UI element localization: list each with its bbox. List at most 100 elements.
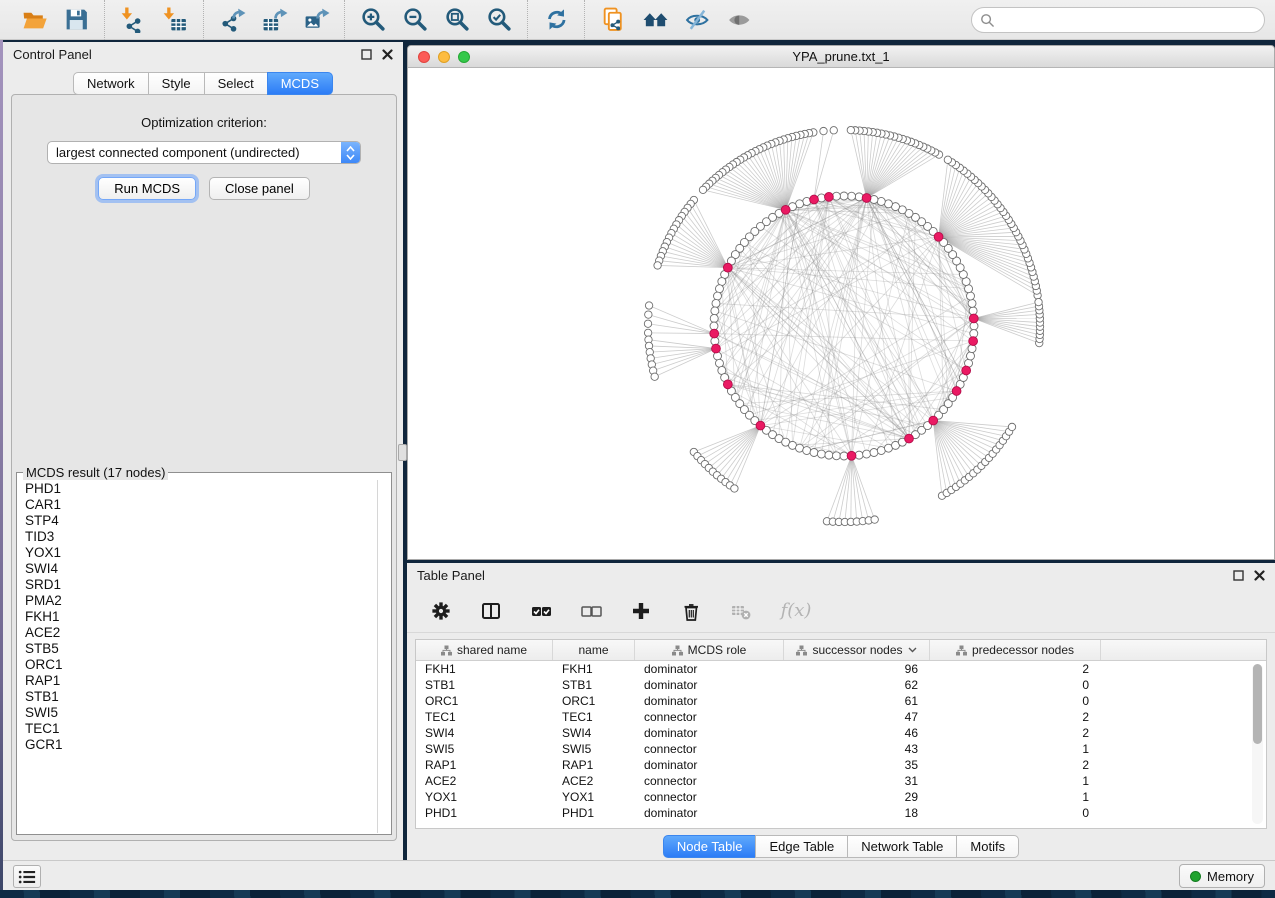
table-row[interactable]: PHD1PHD1dominator180 <box>416 805 1266 821</box>
graph-hub-node[interactable] <box>756 421 765 430</box>
graph-node[interactable] <box>712 299 720 307</box>
graph-node[interactable] <box>810 448 818 456</box>
graph-leaf-node[interactable] <box>847 126 854 133</box>
column-header-successor-nodes[interactable]: successor nodes <box>784 640 930 660</box>
graph-hub-node[interactable] <box>825 192 834 201</box>
graph-leaf-node[interactable] <box>820 127 827 134</box>
import-table-from-file-button[interactable] <box>154 4 196 36</box>
graph-hub-node[interactable] <box>723 380 732 389</box>
zoom-selected-button[interactable] <box>478 4 520 36</box>
window-minimize-button[interactable] <box>438 51 450 63</box>
zoom-out-button[interactable] <box>394 4 436 36</box>
graph-leaf-node[interactable] <box>731 485 738 492</box>
graph-hub-node[interactable] <box>810 195 819 204</box>
select-all-checkboxes-button[interactable] <box>529 599 553 623</box>
show-column-panel-button[interactable] <box>479 599 503 623</box>
graph-hub-node[interactable] <box>969 337 978 346</box>
mcds-result-item[interactable]: SWI4 <box>25 561 391 577</box>
deselect-all-checkboxes-button[interactable] <box>579 599 603 623</box>
export-image-button[interactable] <box>295 4 337 36</box>
table-row[interactable]: ACE2ACE2connector311 <box>416 773 1266 789</box>
search-box[interactable] <box>971 7 1265 33</box>
graph-node[interactable] <box>825 451 833 459</box>
tab-network[interactable]: Network <box>73 72 149 95</box>
mcds-result-item[interactable]: PMA2 <box>25 593 391 609</box>
table-row[interactable]: ORC1ORC1dominator610 <box>416 693 1266 709</box>
table-row[interactable]: FKH1FKH1dominator962 <box>416 661 1266 677</box>
hide-selected-button[interactable] <box>676 4 718 36</box>
mcds-result-item[interactable]: YOX1 <box>25 545 391 561</box>
save-session-button[interactable] <box>55 4 97 36</box>
close-panel-button[interactable]: Close panel <box>209 177 310 200</box>
graph-leaf-node[interactable] <box>645 302 652 309</box>
graph-node[interactable] <box>832 452 840 460</box>
column-header-name[interactable]: name <box>553 640 635 660</box>
search-input[interactable] <box>1000 10 1264 30</box>
graph-hub-node[interactable] <box>781 205 790 214</box>
graph-hub-node[interactable] <box>905 434 914 443</box>
graph-node[interactable] <box>715 285 723 293</box>
graph-leaf-node[interactable] <box>644 320 651 327</box>
graph-node[interactable] <box>877 197 885 205</box>
float-panel-icon[interactable] <box>1233 570 1244 581</box>
float-panel-icon[interactable] <box>361 49 372 60</box>
graph-leaf-node[interactable] <box>1008 423 1015 430</box>
graph-hub-node[interactable] <box>862 194 871 203</box>
tab-style[interactable]: Style <box>148 72 205 95</box>
network-graph[interactable] <box>408 68 1274 559</box>
graph-hub-node[interactable] <box>962 366 971 375</box>
close-panel-icon[interactable] <box>382 49 393 60</box>
graph-node[interactable] <box>966 352 974 360</box>
graph-node[interactable] <box>711 307 719 315</box>
graph-leaf-node[interactable] <box>871 516 878 523</box>
network-window-titlebar[interactable]: YPA_prune.txt_1 <box>408 46 1274 68</box>
graph-node[interactable] <box>714 292 722 300</box>
graph-node[interactable] <box>710 314 718 322</box>
graph-hub-node[interactable] <box>952 387 961 396</box>
mcds-result-item[interactable]: ACE2 <box>25 625 391 641</box>
mcds-result-item[interactable]: STP4 <box>25 513 391 529</box>
mcds-result-item[interactable]: FKH1 <box>25 609 391 625</box>
panel-splitter-handle[interactable] <box>398 444 407 461</box>
tab-node-table[interactable]: Node Table <box>663 835 757 858</box>
graph-hub-node[interactable] <box>847 451 856 460</box>
mcds-result-item[interactable]: ORC1 <box>25 657 391 673</box>
mcds-result-item[interactable]: TID3 <box>25 529 391 545</box>
table-row[interactable]: RAP1RAP1dominator352 <box>416 757 1266 773</box>
graph-hub-node[interactable] <box>934 232 943 241</box>
graph-node[interactable] <box>870 448 878 456</box>
column-header-predecessor-nodes[interactable]: predecessor nodes <box>930 640 1101 660</box>
task-history-button[interactable] <box>13 865 41 888</box>
settings-gear-button[interactable] <box>429 599 453 623</box>
window-maximize-button[interactable] <box>458 51 470 63</box>
graph-leaf-node[interactable] <box>944 156 951 163</box>
mcds-result-item[interactable]: SRD1 <box>25 577 391 593</box>
open-file-button[interactable] <box>13 4 55 36</box>
add-column-button[interactable] <box>629 599 653 623</box>
window-close-button[interactable] <box>418 51 430 63</box>
graph-hub-node[interactable] <box>712 344 721 353</box>
delete-column-button[interactable] <box>679 599 703 623</box>
table-row[interactable]: TEC1TEC1connector472 <box>416 709 1266 725</box>
zoom-fit-button[interactable] <box>436 4 478 36</box>
close-panel-icon[interactable] <box>1254 570 1265 581</box>
graph-node[interactable] <box>863 450 871 458</box>
run-mcds-button[interactable]: Run MCDS <box>98 177 196 200</box>
mcds-result-item[interactable]: CAR1 <box>25 497 391 513</box>
mcds-result-item[interactable]: TEC1 <box>25 721 391 737</box>
column-header-shared-name[interactable]: shared name <box>416 640 553 660</box>
graph-hub-node[interactable] <box>710 329 719 338</box>
graph-node[interactable] <box>817 450 825 458</box>
mcds-result-item[interactable]: SWI5 <box>25 705 391 721</box>
table-row[interactable]: STB1STB1dominator620 <box>416 677 1266 693</box>
clone-network-button[interactable] <box>592 4 634 36</box>
mcds-result-item[interactable]: PHD1 <box>25 481 391 497</box>
graph-hub-node[interactable] <box>929 416 938 425</box>
graph-node[interactable] <box>968 299 976 307</box>
tab-edge-table[interactable]: Edge Table <box>755 835 848 858</box>
graph-node[interactable] <box>848 192 856 200</box>
show-graphics-details-button[interactable] <box>718 4 760 36</box>
graph-hub-node[interactable] <box>969 314 978 323</box>
column-header-mcds-role[interactable]: MCDS role <box>635 640 784 660</box>
table-scrollbar-thumb[interactable] <box>1253 664 1262 744</box>
